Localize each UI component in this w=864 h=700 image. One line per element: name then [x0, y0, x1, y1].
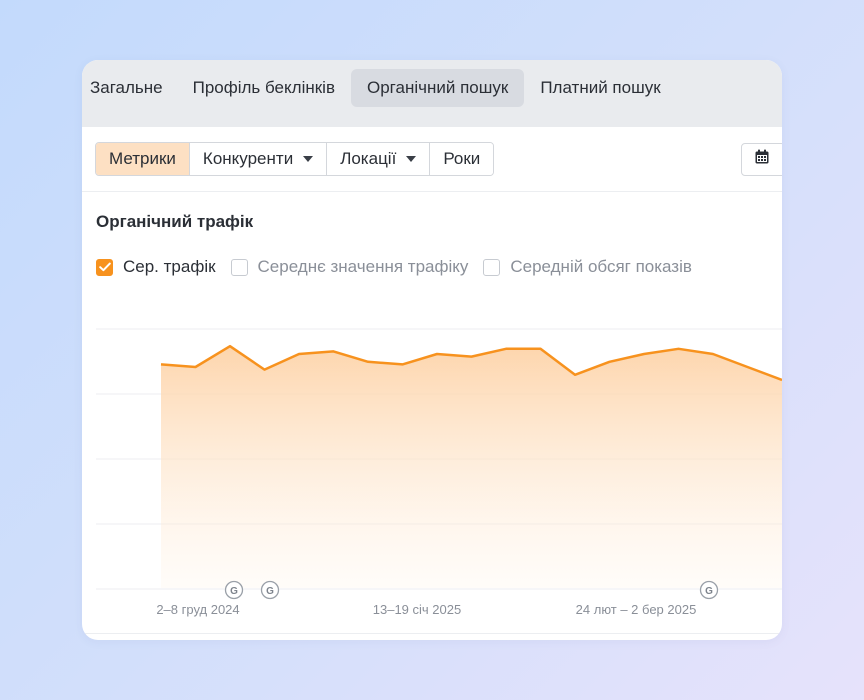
x-tick-label: 2–8 груд 2024 [156, 602, 239, 617]
date-range-button[interactable] [741, 143, 782, 176]
legend-label: Сер. трафік [123, 257, 216, 276]
legend-label: Середній обсяг показів [510, 257, 692, 276]
x-tick-label: 24 лют – 2 бер 2025 [576, 602, 697, 617]
competitors-dropdown[interactable]: Конкуренти [189, 143, 328, 175]
tab-organic-search[interactable]: Органічний пошук [350, 69, 525, 107]
report-tabs: Загальне Профіль беклінків Органічний по… [82, 60, 782, 127]
google-icon-label: G [705, 586, 713, 597]
data-point [297, 352, 301, 356]
locations-dropdown[interactable]: Локації [327, 143, 431, 175]
data-point [263, 368, 267, 372]
data-point [435, 352, 439, 356]
google-icon-label: G [230, 586, 238, 597]
google-update-marker[interactable]: G [699, 580, 719, 600]
data-point [642, 352, 646, 356]
checkbox-icon[interactable] [230, 258, 248, 276]
chevron-down-icon [303, 156, 314, 162]
tab-paid-search[interactable]: Платний пошук [524, 69, 676, 107]
data-point [608, 360, 612, 364]
legend-label: Середнє значення трафіку [257, 257, 469, 276]
google-update-marker[interactable]: G [260, 580, 280, 600]
tab-backlink-profile[interactable]: Профіль беклінків [177, 69, 351, 107]
checkbox-icon[interactable] [483, 258, 501, 276]
metrics-label: Метрики [109, 149, 176, 168]
data-point [573, 373, 577, 377]
series-area [161, 346, 782, 588]
chart-toolbar: Метрики Конкуренти Локації Роки [82, 127, 782, 192]
google-update-marker[interactable]: G [224, 580, 244, 600]
tab-overview[interactable]: Загальне [82, 69, 177, 107]
data-point [366, 360, 370, 364]
data-point [194, 365, 198, 369]
data-point [228, 344, 232, 348]
data-point [332, 349, 336, 353]
data-point [539, 347, 543, 351]
report-card: Загальне Профіль беклінків Органічний по… [82, 60, 782, 640]
chevron-down-icon [406, 156, 417, 162]
checkbox-checked-icon[interactable] [96, 258, 113, 276]
organic-traffic-chart: G G G 2–8 груд 2024 13–19 січ 2025 24 лют – … [96, 328, 782, 617]
legend-avg-impressions[interactable]: Середній обсяг показів [483, 257, 692, 277]
data-point [746, 365, 750, 369]
competitors-label: Конкуренти [202, 149, 294, 168]
google-icon-label: G [266, 586, 274, 597]
legend-avg-traffic-value[interactable]: Середнє значення трафіку [230, 257, 469, 277]
data-point [401, 362, 405, 366]
data-point [711, 352, 715, 356]
chart-legend: Сер. трафік Середнє значення трафіку Сер… [96, 257, 707, 277]
x-tick-label: 13–19 січ 2025 [373, 602, 461, 617]
data-point [504, 347, 508, 351]
data-point [470, 355, 474, 359]
section-title: Органічний трафік [96, 212, 254, 231]
locations-label: Локації [340, 149, 397, 168]
calendar-icon [754, 149, 770, 170]
chart-bottom-divider [82, 633, 782, 634]
view-segmented-control: Метрики Конкуренти Локації Роки [95, 142, 495, 176]
years-button[interactable]: Роки [430, 143, 494, 175]
years-label: Роки [443, 149, 481, 168]
data-point [677, 347, 681, 351]
legend-avg-traffic[interactable]: Сер. трафік [96, 257, 216, 277]
metrics-button[interactable]: Метрики [96, 143, 190, 175]
data-point [159, 362, 163, 366]
